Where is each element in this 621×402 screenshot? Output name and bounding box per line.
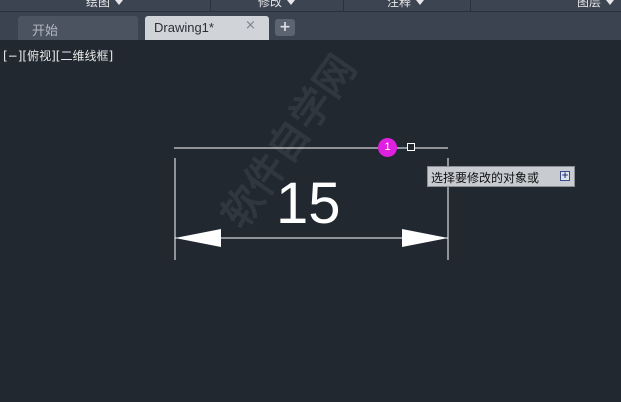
command-prompt-tooltip: 选择要修改的对象或 + [427, 166, 575, 187]
expand-options-button[interactable]: + [560, 171, 570, 181]
dimension-arrowhead-icon [402, 229, 448, 247]
command-prompt-text: 选择要修改的对象或 [431, 171, 540, 185]
pickbox-cursor-icon [407, 143, 415, 151]
dimension-arrowhead-icon [175, 229, 221, 247]
grip-marker[interactable]: 1 [378, 138, 397, 157]
